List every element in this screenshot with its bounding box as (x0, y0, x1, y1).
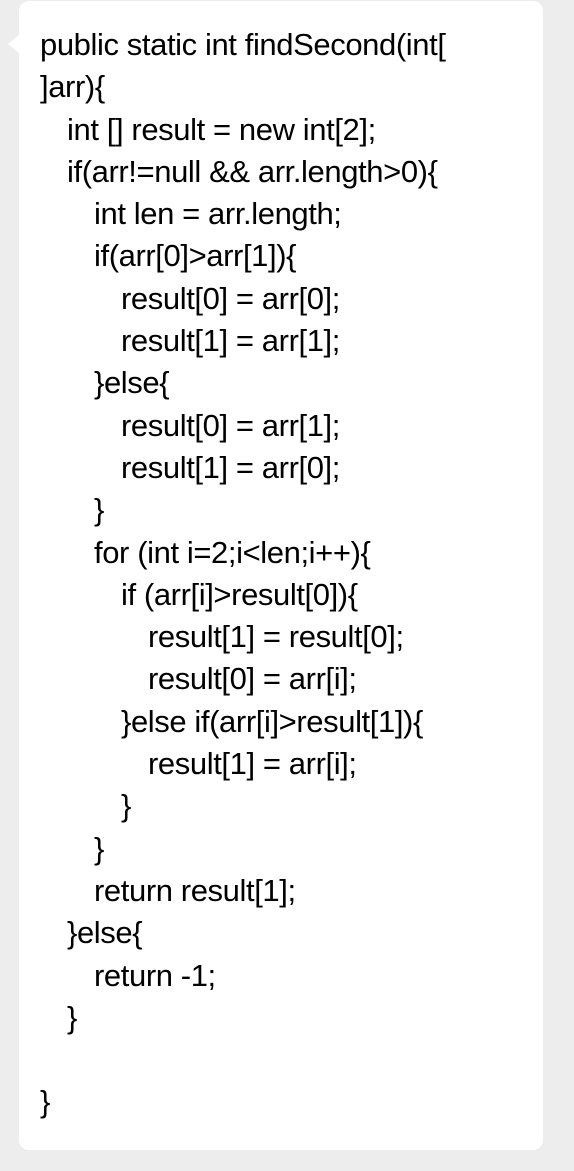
code-line: int len = arr.length; (94, 196, 342, 232)
code-line: result[1] = arr[0]; (121, 449, 340, 485)
code-line: return -1; (94, 957, 216, 993)
code-line: result[0] = arr[1]; (121, 407, 340, 443)
code-line: ]arr){ (40, 69, 105, 105)
code-line: public static int findSecond(int[ (40, 27, 446, 62)
code-line: if (arr[i]>result[0]){ (121, 576, 358, 612)
code-line: result[0] = arr[0]; (121, 280, 340, 316)
code-line: return result[1]; (94, 872, 296, 908)
code-line: } (94, 492, 104, 528)
code-line: if(arr[0]>arr[1]){ (94, 238, 297, 274)
code-line: result[1] = arr[i]; (148, 746, 357, 782)
code-line: }else{ (94, 365, 170, 401)
code-line: } (40, 1084, 50, 1120)
code-line: for (int i=2;i<len;i++){ (94, 534, 371, 570)
code-line: } (67, 999, 77, 1035)
code-line: }else{ (67, 915, 143, 951)
code-line: result[0] = arr[i]; (148, 661, 357, 697)
code-line: }else if(arr[i]>result[1]){ (121, 703, 423, 739)
code-line: result[1] = arr[1]; (121, 323, 340, 359)
code-block: public static int findSecond(int[ ]arr){… (40, 24, 530, 1124)
code-line: result[1] = result[0]; (148, 619, 404, 655)
code-line: if(arr!=null && arr.length>0){ (67, 153, 438, 189)
code-line: int [] result = new int[2]; (67, 111, 376, 147)
code-line: } (121, 788, 131, 824)
code-line: } (94, 830, 104, 866)
